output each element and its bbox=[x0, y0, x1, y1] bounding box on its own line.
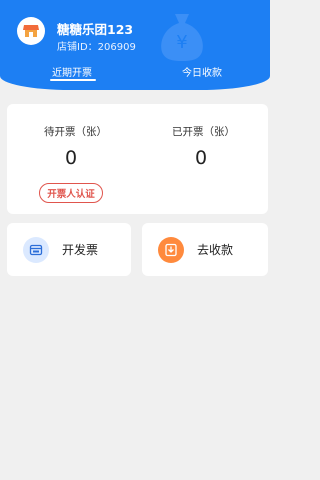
collect-icon-wrapper bbox=[158, 237, 184, 263]
issued-invoice-count: 0 bbox=[195, 147, 208, 169]
header: ¥ 糖糖乐团123 店铺ID：206909 近期开票 今日收款 bbox=[0, 0, 270, 90]
shop-name: 糖糖乐团123 bbox=[57, 22, 134, 37]
shop-icon bbox=[23, 25, 39, 37]
shop-id: 店铺ID：206909 bbox=[57, 42, 136, 53]
collect-payment-button[interactable]: 去收款 bbox=[142, 223, 268, 276]
svg-text:¥: ¥ bbox=[176, 32, 187, 53]
collect-payment-label: 去收款 bbox=[197, 243, 234, 257]
issue-invoice-button[interactable]: 开发票 bbox=[7, 223, 131, 276]
pending-invoice-count: 0 bbox=[65, 147, 78, 169]
invoice-icon-wrapper bbox=[23, 237, 49, 263]
tab-recent-invoice[interactable]: 近期开票 bbox=[52, 64, 92, 79]
download-icon bbox=[165, 243, 177, 257]
issue-invoice-label: 开发票 bbox=[62, 243, 99, 257]
avatar[interactable] bbox=[17, 17, 45, 45]
money-bag-icon: ¥ bbox=[161, 14, 203, 61]
active-tab-indicator bbox=[50, 79, 96, 81]
issued-invoice-label: 已开票（张） bbox=[172, 126, 235, 138]
tab-today-collection[interactable]: 今日收款 bbox=[182, 64, 222, 79]
invoice-printer-icon bbox=[29, 244, 43, 256]
pending-invoice-label: 待开票（张） bbox=[44, 126, 107, 138]
invoicer-auth-button[interactable]: 开票人认证 bbox=[39, 183, 103, 203]
invoice-stats-card: 待开票（张） 已开票（张） 0 0 开票人认证 bbox=[7, 104, 268, 214]
